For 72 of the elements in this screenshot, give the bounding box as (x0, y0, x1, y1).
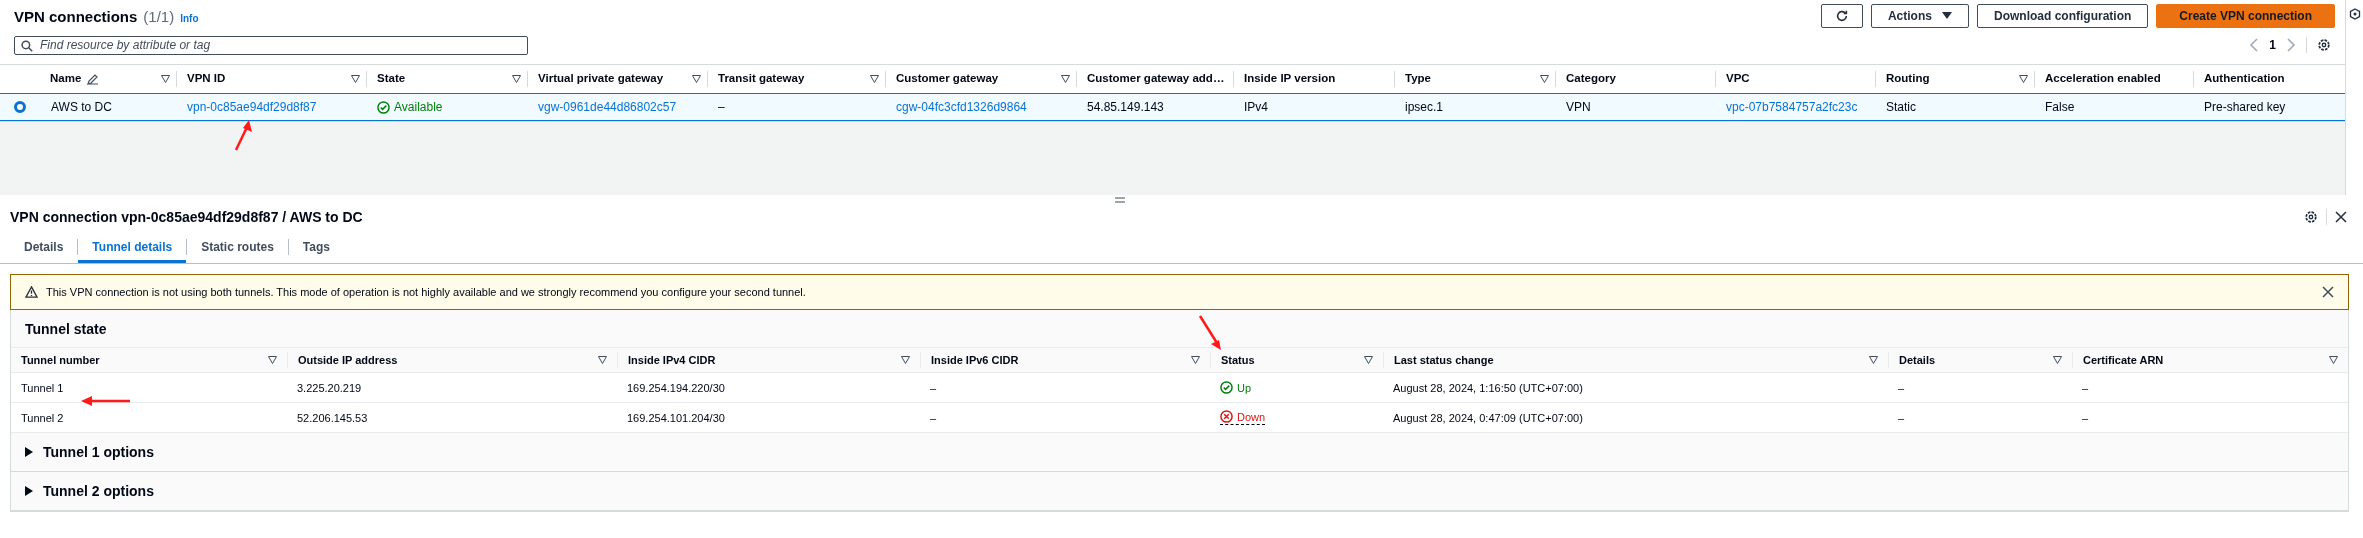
column-header[interactable]: Virtual private gateway (527, 71, 707, 87)
column-header[interactable]: Inside IPv6 CIDR (931, 354, 1019, 366)
tab[interactable]: Details (10, 231, 78, 263)
column-header[interactable]: Certificate ARN (2083, 354, 2164, 366)
table-cell: VPN (1566, 100, 1591, 114)
expandable-section[interactable]: Tunnel 2 options (11, 472, 2348, 511)
column-header[interactable]: Name (40, 71, 176, 87)
column-header[interactable]: Routing (1875, 71, 2034, 87)
column-header[interactable]: Last status change (1394, 354, 1494, 366)
table-cell: – (2082, 381, 2089, 394)
alert-message: This VPN connection is not using both tunnels. This mode of operation is not highly available and we strongly recommend you configure your second tunnel. (46, 286, 806, 298)
table-cell: False (2045, 100, 2075, 114)
column-header[interactable]: Inside IPv4 CIDR (628, 354, 716, 366)
table-cell: – (930, 381, 937, 394)
table-cell: Pre-shared key (2204, 100, 2286, 114)
page-number[interactable]: 1 (2269, 38, 2276, 52)
column-header[interactable]: VPN ID (176, 71, 366, 87)
column-header[interactable]: Type (1394, 71, 1555, 87)
download-configuration-button[interactable]: Download configuration (1976, 4, 2149, 28)
resource-link[interactable]: cgw-04fc3cfd1326d9864 (896, 100, 1027, 114)
table-cell: 169.254.194.220/30 (627, 381, 725, 394)
tab[interactable]: Static routes (187, 231, 288, 263)
page-title: VPN connections (14, 7, 138, 25)
table-cell: 52.206.145.53 (297, 411, 368, 424)
resource-link[interactable]: vpc-07b7584757a2fc23c (1726, 100, 1858, 114)
table-cell: Tunnel 2 (21, 411, 64, 424)
table-cell: ipsec.1 (1405, 100, 1444, 114)
table-cell: – (1898, 381, 1905, 394)
column-header[interactable]: Tunnel number (21, 354, 100, 366)
info-link[interactable]: Info (180, 12, 199, 24)
actions-button[interactable]: Actions (1870, 4, 1969, 28)
panel-title: VPN connection vpn-0c85ae94df29d8f87 / AWS to DC (10, 209, 363, 225)
table-cell: 54.85.149.143 (1087, 100, 1164, 114)
column-header[interactable]: Transit gateway (707, 71, 885, 87)
resource-link[interactable]: vgw-0961de44d86802c57 (538, 100, 677, 114)
table-cell: 3.225.20.219 (297, 381, 362, 394)
column-header[interactable]: Details (1899, 354, 1936, 366)
table-cell: – (930, 411, 937, 424)
table-row[interactable]: AWS to DC vpn-0c85ae94df29d8f87 Available vgw-0961de44d86802c57 – cgw-04fc3cfd1326d9864 54.85.149.143 IPv4 ipsec.1 VPN vpc-07b7584757a2fc23c Static False Pre-shared key (0, 93, 2345, 121)
column-header[interactable]: Inside IP version (1233, 71, 1394, 87)
column-header[interactable]: Outside IP address (298, 354, 398, 366)
table-cell: Tunnel 1 (21, 381, 64, 394)
column-header[interactable]: VPC (1715, 71, 1875, 87)
table-cell: August 28, 2024, 1:16:50 (UTC+07:00) (1393, 381, 1583, 394)
table-cell: 169.254.101.204/30 (627, 411, 725, 424)
status-text: Up (1237, 381, 1252, 394)
section-title: Tunnel state (25, 320, 107, 337)
column-header[interactable]: Customer gateway (885, 71, 1076, 87)
tab[interactable]: Tunnel details (78, 231, 187, 263)
column-header[interactable]: Status (1221, 354, 1255, 366)
section-title: Tunnel 2 options (43, 483, 154, 499)
column-header[interactable]: State (366, 71, 527, 87)
table-cell: AWS to DC (51, 100, 112, 114)
table-cell: – (1898, 411, 1905, 424)
column-header[interactable]: Category (1555, 71, 1715, 87)
status-text: Available (394, 100, 443, 114)
table-cell: IPv4 (1244, 100, 1268, 114)
column-header[interactable]: Authentication (2193, 71, 2331, 87)
status-text: Down (1237, 410, 1266, 423)
column-header[interactable]: Customer gateway add… (1076, 71, 1233, 87)
search-field[interactable]: Find resource by attribute or tag (14, 35, 528, 55)
create-vpn-connection-button[interactable]: Create VPN connection (2156, 4, 2335, 28)
tab[interactable]: Tags (288, 231, 344, 263)
expandable-section[interactable]: Tunnel 1 options (11, 433, 2348, 472)
resource-link[interactable]: vpn-0c85ae94df29d8f87 (187, 100, 317, 114)
column-header[interactable]: Acceleration enabled (2034, 71, 2193, 87)
table-cell: August 28, 2024, 0:47:09 (UTC+07:00) (1393, 411, 1583, 424)
table-cell: – (718, 100, 725, 114)
section-title: Tunnel 1 options (43, 444, 154, 460)
table-cell: – (2082, 411, 2089, 424)
item-count: (1/1) (143, 7, 175, 25)
table-cell: Static (1886, 100, 1916, 114)
